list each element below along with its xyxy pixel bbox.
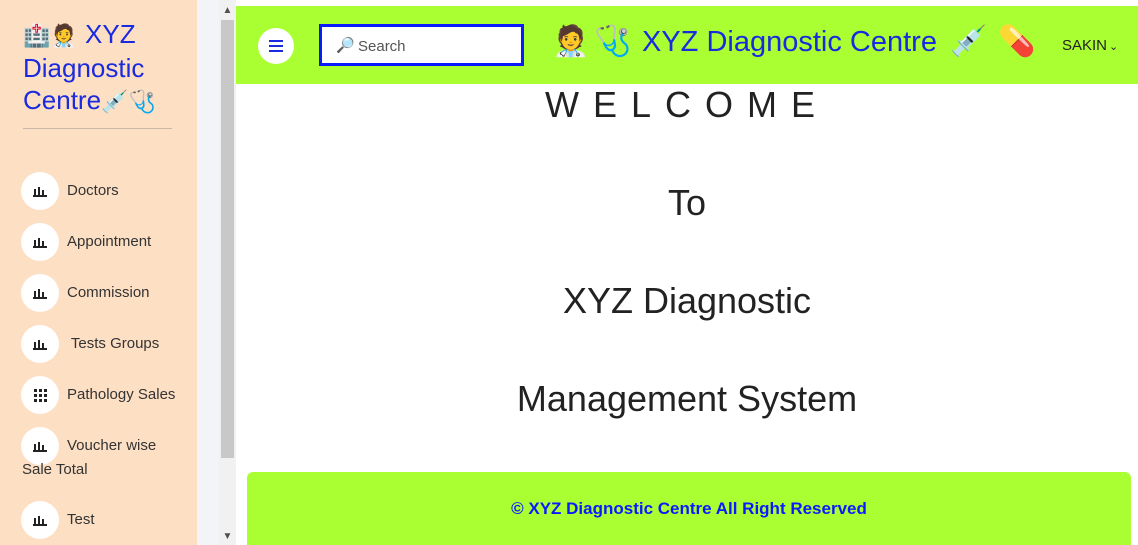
- sidebar-item-label: Tests Groups: [67, 335, 160, 352]
- sidebar-item-label: Test: [67, 511, 95, 528]
- sidebar-item-label: Pathology Sales: [67, 386, 176, 403]
- brand-line2: Diagnostic: [23, 53, 145, 83]
- sidebar-item-label-line2: Sale Total: [22, 461, 88, 478]
- menu-toggle-button[interactable]: [258, 28, 294, 64]
- sidebar-item-test[interactable]: Test: [0, 493, 197, 544]
- doctor-icon: 🧑‍⚕️: [552, 25, 590, 58]
- copyright-text: © XYZ Diagnostic Centre All Right Reserv…: [511, 499, 867, 518]
- sidebar: 🏥🧑‍⚕️ XYZ Diagnostic Centre💉🩺 Doctors Ap…: [0, 0, 197, 545]
- sidebar-item-voucher-wise-sale-total[interactable]: Voucher wise Sale Total: [0, 419, 197, 493]
- search-icon: 🔎: [336, 37, 355, 54]
- welcome-to: To: [667, 182, 707, 223]
- sidebar-item-doctors[interactable]: Doctors: [0, 164, 197, 215]
- sidebar-item-appointment[interactable]: Appointment: [0, 215, 197, 266]
- search-box[interactable]: 🔎: [319, 24, 524, 66]
- hospital-icon: 🏥: [23, 23, 51, 48]
- brand-line3: Centre: [23, 85, 102, 115]
- scrollbar-thumb[interactable]: [221, 20, 234, 458]
- bar-chart-icon: [21, 427, 59, 465]
- sidebar-item-pathology-sales[interactable]: Pathology Sales: [0, 368, 197, 419]
- footer: © XYZ Diagnostic Centre All Right Reserv…: [247, 472, 1131, 545]
- stethoscope-icon: 🩺: [128, 89, 156, 114]
- pill-icon: 💊: [998, 25, 1036, 58]
- sidebar-item-label: Commission: [67, 284, 150, 301]
- brand-line1: XYZ: [85, 19, 136, 49]
- chevron-down-icon: ⌄: [1109, 41, 1119, 53]
- bar-chart-icon: [21, 274, 59, 312]
- bar-chart-icon: [21, 223, 59, 261]
- welcome-heading: WELCOME: [544, 84, 829, 125]
- grid-icon: [21, 376, 59, 414]
- sidebar-item-label: Voucher wise: [67, 437, 157, 454]
- welcome-system: Management System: [516, 378, 858, 419]
- sidebar-gutter: [197, 0, 219, 545]
- sidebar-item-label: Appointment: [67, 233, 152, 250]
- sidebar-item-label: Doctors: [67, 182, 119, 199]
- scroll-down-icon[interactable]: ▼: [219, 528, 236, 545]
- doctor-icon: 🧑‍⚕️: [50, 23, 78, 48]
- syringe-icon: 💉: [950, 25, 988, 58]
- sidebar-item-commission[interactable]: Commission: [0, 266, 197, 317]
- scroll-up-icon[interactable]: ▲: [219, 2, 236, 19]
- sidebar-item-tests-groups[interactable]: Tests Groups: [0, 317, 197, 368]
- syringe-icon: 💉: [101, 89, 129, 114]
- sidebar-scrollbar[interactable]: ▲ ▼: [219, 0, 236, 545]
- bar-chart-icon: [21, 325, 59, 363]
- sidebar-brand[interactable]: 🏥🧑‍⚕️ XYZ Diagnostic Centre💉🩺: [23, 18, 183, 118]
- brand-divider: [23, 128, 172, 129]
- search-input[interactable]: [358, 35, 518, 57]
- welcome-org: XYZ Diagnostic: [562, 280, 812, 321]
- user-menu[interactable]: SAKIN ⌄: [1062, 37, 1118, 54]
- bar-chart-icon: [21, 501, 59, 539]
- user-name: SAKIN: [1062, 37, 1108, 54]
- stethoscope-icon: 🩺: [594, 25, 632, 58]
- top-navbar: 🔎 🧑‍⚕️ 🩺 XYZ Diagnostic Centre 💉 💊 SAKIN…: [236, 6, 1138, 84]
- bar-chart-icon: [21, 172, 59, 210]
- sidebar-menu: Doctors Appointment Commission Tests Gro…: [0, 164, 197, 544]
- welcome-content: WELCOME To XYZ Diagnostic Management Sys…: [236, 84, 1138, 472]
- hamburger-icon: [269, 40, 283, 52]
- app-title[interactable]: XYZ Diagnostic Centre: [642, 26, 937, 59]
